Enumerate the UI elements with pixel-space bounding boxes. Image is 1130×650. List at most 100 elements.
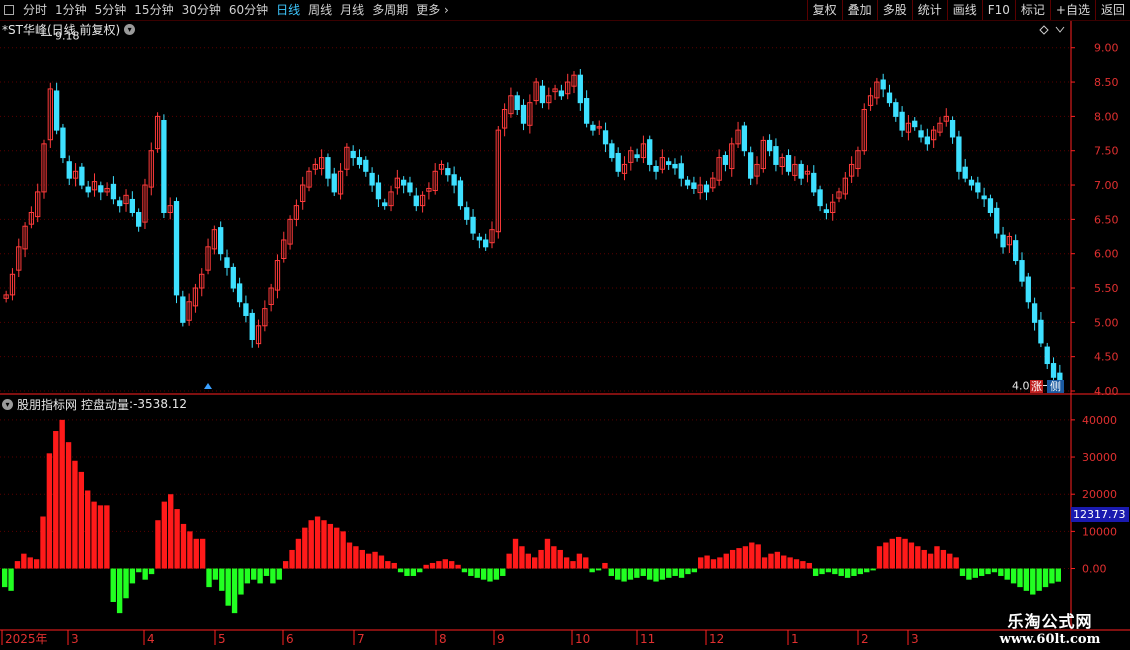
period-tab-3[interactable]: 15分钟	[130, 0, 177, 20]
period-tab-7[interactable]: 周线	[304, 0, 336, 20]
indicator-bar	[576, 553, 583, 569]
indicator-bar	[155, 520, 161, 569]
period-tab-10[interactable]: 更多 ›	[412, 0, 453, 20]
candle-body	[1013, 240, 1019, 262]
candle-body	[981, 195, 987, 200]
candle-body	[956, 136, 962, 172]
period-tab-5[interactable]: 60分钟	[225, 0, 272, 20]
candlestick-series	[3, 69, 1063, 393]
time-label: 5	[218, 632, 226, 646]
indicator-bar	[116, 568, 123, 614]
indicator-bar	[174, 509, 180, 569]
indicator-bar	[857, 568, 864, 575]
indicator-bar	[193, 538, 199, 569]
window-square-icon[interactable]	[4, 5, 14, 15]
toolbar-buttons: 复权 叠加 多股 统计 画线 F10 标记 +自选 返回	[806, 0, 1130, 20]
indicator-bar	[244, 568, 251, 584]
indicator-bar	[806, 562, 812, 569]
candle-body	[476, 236, 483, 241]
candle-body	[451, 174, 457, 186]
candle-body	[880, 79, 886, 90]
indicator-bar	[493, 568, 500, 580]
indicator-bar	[889, 538, 895, 569]
indicator-bar	[1023, 568, 1030, 591]
candle-body	[994, 207, 1000, 234]
toolbar-button-1[interactable]: 叠加	[841, 0, 877, 20]
indicator-bar	[487, 568, 493, 582]
toolbar-button-8[interactable]: 返回	[1094, 0, 1130, 20]
indicator-bar	[685, 568, 691, 575]
candle-body	[691, 182, 697, 189]
period-tab-6[interactable]: 日线	[272, 0, 304, 20]
candle-body	[180, 296, 186, 323]
toolbar-button-7[interactable]: +自选	[1049, 0, 1095, 20]
indicator-bar	[321, 520, 327, 569]
candle-body	[161, 120, 167, 213]
indicator-bar	[282, 561, 289, 569]
candle-body	[647, 139, 653, 165]
period-tab-9[interactable]: 多周期	[368, 0, 412, 20]
indicator-bar	[276, 568, 282, 580]
indicator-bar	[468, 568, 474, 576]
price-tick-label: 8.00	[1094, 110, 1119, 123]
toolbar-button-5[interactable]: F10	[981, 0, 1015, 20]
candle-body	[356, 157, 363, 165]
indicator-bar	[710, 559, 717, 569]
indicator-bar	[212, 568, 219, 580]
candle-body	[766, 139, 773, 152]
candle-body	[1038, 319, 1044, 344]
indicator-bar	[793, 559, 800, 569]
time-label: 1	[791, 632, 799, 646]
indicator-bar	[1017, 568, 1023, 588]
chevron-down-icon[interactable]: ▾	[124, 23, 136, 35]
period-tab-1[interactable]: 1分钟	[51, 0, 91, 20]
candle-body	[722, 155, 729, 165]
toolbar-button-6[interactable]: 标记	[1014, 0, 1050, 20]
indicator-bar	[934, 546, 940, 569]
price-tick-label: 7.00	[1094, 179, 1119, 192]
candle-body	[785, 155, 792, 172]
indicator-bar	[646, 568, 653, 580]
toolbar-button-2[interactable]: 多股	[876, 0, 912, 20]
toolbar-button-0[interactable]: 复权	[806, 0, 842, 20]
period-tab-8[interactable]: 月线	[336, 0, 368, 20]
indicator-bar	[768, 553, 774, 569]
indicator-bar	[512, 538, 519, 569]
indicator-bar	[666, 568, 672, 578]
indicator-bar	[583, 557, 589, 569]
indicator-bar	[59, 419, 65, 569]
candle-body	[590, 124, 596, 131]
indicator-bar	[1055, 568, 1061, 582]
indicator-bar	[519, 546, 525, 569]
badge-zhang[interactable]: 涨	[1030, 380, 1043, 393]
candle-body	[218, 227, 224, 255]
price-chart-area[interactable]: 4.00 4.50 5.00 5.50 6.00 6.50 7.00 7.50 8.00 8.50…	[0, 21, 1130, 650]
toolbar-button-4[interactable]: 画线	[946, 0, 982, 20]
indicator-bar	[761, 557, 768, 569]
candle-body	[110, 183, 117, 200]
indicator-bar	[365, 553, 372, 569]
period-tab-2[interactable]: 5分钟	[91, 0, 131, 20]
period-tab-4[interactable]: 30分钟	[178, 0, 225, 20]
chevron-down-icon[interactable]: ▾	[2, 398, 13, 410]
indicator-bar	[1004, 568, 1010, 580]
candle-body	[98, 185, 104, 193]
indicator-bar	[219, 568, 225, 591]
indicator-bar	[729, 549, 736, 569]
candle-body	[987, 198, 994, 213]
candle-body	[413, 195, 419, 207]
indicator-bar	[812, 568, 819, 576]
indicator-bar	[436, 561, 442, 569]
candle-body	[539, 85, 546, 104]
indicator-tick-label: 10000	[1082, 525, 1117, 538]
indicator-bar	[883, 542, 889, 569]
indicator-bar	[21, 553, 27, 569]
candle-body	[817, 189, 823, 207]
candle-body	[975, 182, 981, 193]
period-tab-0[interactable]: 分时	[19, 0, 51, 20]
toolbar-button-3[interactable]: 统计	[911, 0, 947, 20]
badge-side[interactable]: 侧	[1047, 380, 1064, 393]
indicator-bar	[717, 557, 723, 569]
time-label: 2025年	[5, 632, 48, 646]
candle-body	[464, 207, 470, 220]
